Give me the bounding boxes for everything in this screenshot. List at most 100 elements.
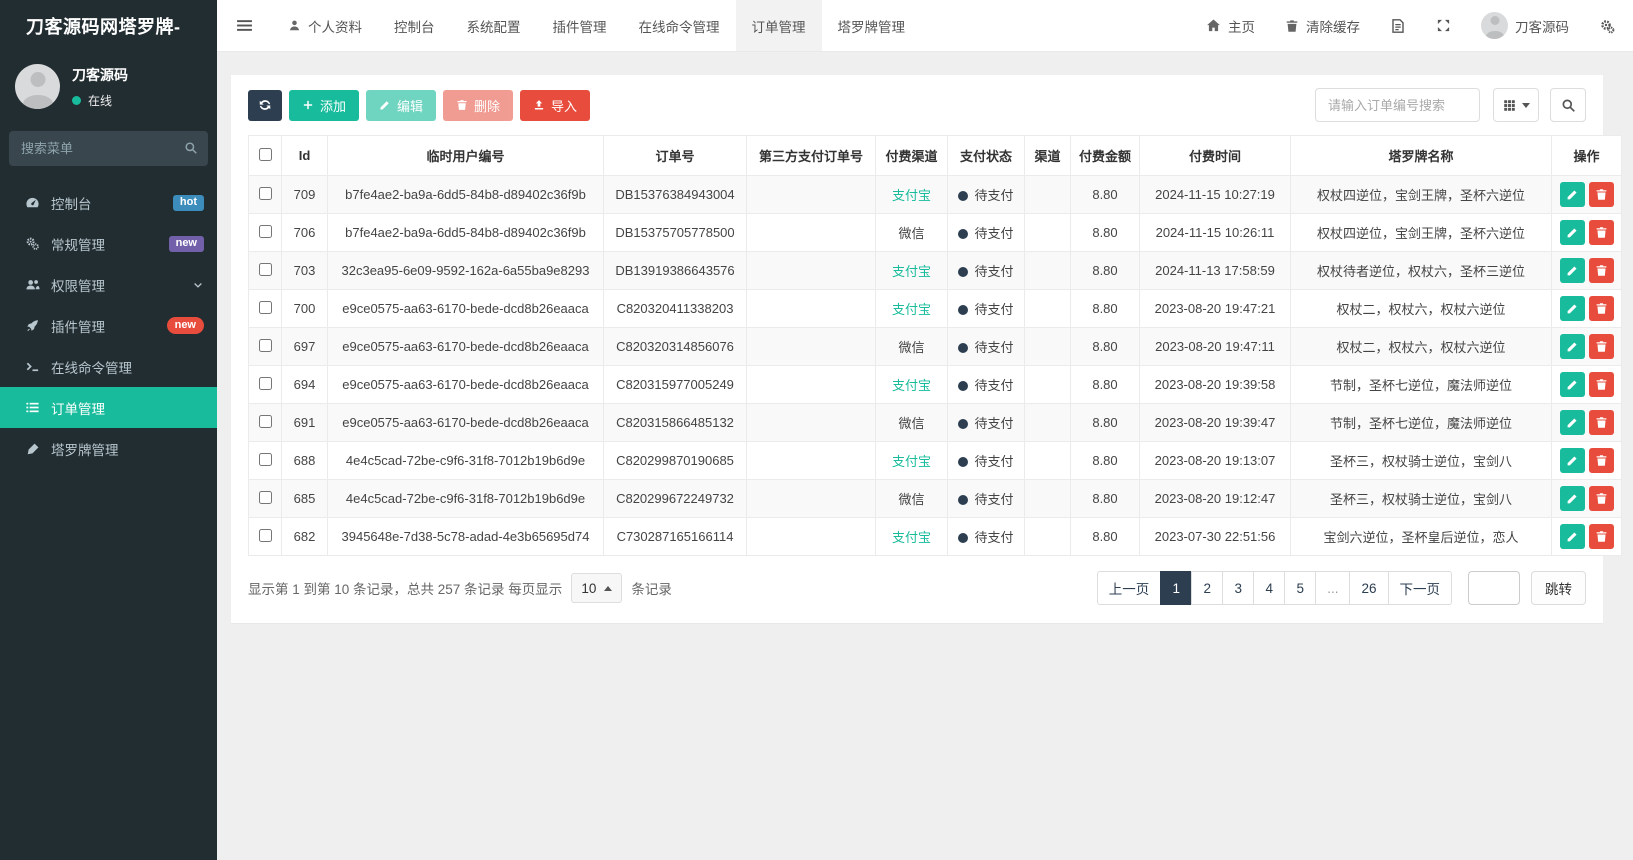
row-delete-button[interactable]	[1589, 334, 1614, 359]
row-checkbox[interactable]	[258, 224, 272, 238]
row-edit-button[interactable]	[1560, 448, 1585, 473]
row-edit-button[interactable]	[1560, 334, 1585, 359]
row-checkbox[interactable]	[258, 414, 272, 428]
sidebar-item-2[interactable]: 权限管理	[0, 264, 217, 305]
row-checkbox[interactable]	[258, 186, 272, 200]
page-1-link[interactable]: 1	[1160, 571, 1193, 605]
row-edit-button[interactable]	[1560, 258, 1585, 283]
nav-tab-2[interactable]: 系统配置	[451, 0, 537, 51]
table-row: 703 32c3ea95-6e09-9592-162a-6a55ba9e8293 D…	[248, 251, 1622, 290]
row-checkbox[interactable]	[258, 338, 272, 352]
online-dot-icon	[72, 95, 81, 105]
prev-page-link[interactable]: 上一页	[1096, 571, 1162, 605]
sidebar-item-5[interactable]: 订单管理	[0, 387, 217, 428]
jump-button[interactable]: 跳转	[1531, 571, 1586, 605]
table-row: 706 b7fe4ae2-ba9a-6dd5-84b8-d89402c36f9b D…	[248, 213, 1622, 252]
sidebar-item-4[interactable]: 在线命令管理	[0, 346, 217, 387]
row-checkbox[interactable]	[258, 376, 272, 390]
toolbar: 添加 编辑 删除 导入	[248, 88, 1586, 122]
sidebar-item-6[interactable]: 塔罗牌管理	[0, 428, 217, 469]
select-all-checkbox[interactable]	[258, 147, 272, 161]
refresh-button[interactable]	[248, 89, 282, 121]
page-3-link[interactable]: 3	[1222, 571, 1255, 605]
fullscreen-icon[interactable]	[1436, 18, 1451, 33]
row-delete-button[interactable]	[1589, 220, 1614, 245]
row-edit-button[interactable]	[1560, 486, 1585, 511]
clear-cache-button[interactable]: 清除缓存	[1285, 16, 1360, 36]
cell-order-no: DB15376384943004	[603, 175, 747, 214]
add-button[interactable]: 添加	[289, 89, 360, 121]
status-badge: 待支付	[958, 492, 1014, 507]
row-edit-button[interactable]	[1560, 524, 1585, 549]
cell-actions	[1551, 327, 1622, 366]
row-edit-button[interactable]	[1560, 372, 1585, 397]
sidebar-item-0[interactable]: 控制台 hot	[0, 182, 217, 223]
trash-icon	[1595, 530, 1608, 543]
columns-toggle-button[interactable]	[1493, 88, 1539, 122]
row-checkbox[interactable]	[258, 452, 272, 466]
order-search-input[interactable]	[1315, 88, 1480, 122]
cell-actions	[1551, 479, 1622, 518]
nav-tab-0[interactable]: 个人资料	[272, 0, 378, 51]
nav-tab-6[interactable]: 塔罗牌管理	[822, 0, 922, 51]
nav-tab-1[interactable]: 控制台	[378, 0, 451, 51]
cell-pay-channel: 支付宝	[875, 441, 948, 480]
nav-tab-3[interactable]: 插件管理	[537, 0, 623, 51]
page-5-link[interactable]: 5	[1284, 571, 1317, 605]
row-delete-button[interactable]	[1589, 258, 1614, 283]
row-edit-button[interactable]	[1560, 296, 1585, 321]
row-edit-button[interactable]	[1560, 182, 1585, 207]
plus-icon	[302, 99, 314, 111]
edit-button[interactable]: 编辑	[366, 89, 437, 121]
sidebar-item-1[interactable]: 常规管理 new	[0, 223, 217, 264]
import-button[interactable]: 导入	[520, 89, 591, 121]
cell-actions	[1551, 175, 1622, 214]
row-edit-button[interactable]	[1560, 220, 1585, 245]
page-list: 上一页 1 2 3 4 5... 26 下一页	[1096, 571, 1452, 605]
page-size-select[interactable]: 10	[571, 573, 623, 603]
row-checkbox[interactable]	[258, 262, 272, 276]
menu-search-input[interactable]	[9, 131, 208, 166]
delete-label: 删除	[474, 98, 501, 114]
row-checkbox[interactable]	[258, 490, 272, 504]
next-page-link[interactable]: 下一页	[1387, 571, 1452, 605]
row-delete-button[interactable]	[1589, 486, 1614, 511]
row-delete-button[interactable]	[1589, 410, 1614, 435]
row-checkbox[interactable]	[258, 300, 272, 314]
settings-gear-icon[interactable]	[1599, 18, 1615, 34]
row-delete-button[interactable]	[1589, 448, 1614, 473]
row-delete-button[interactable]	[1589, 524, 1614, 549]
cell-channel	[1024, 175, 1071, 214]
cell-pay-time: 2023-08-20 19:12:47	[1139, 479, 1291, 518]
sidebar-item-3[interactable]: 插件管理 new	[0, 305, 217, 346]
cell-id: 691	[281, 403, 328, 442]
cell-actions	[1551, 289, 1622, 328]
jump-page-input[interactable]	[1468, 571, 1520, 605]
page-ellipsis-link: ...	[1315, 571, 1351, 605]
row-delete-button[interactable]	[1589, 182, 1614, 207]
delete-button[interactable]: 删除	[443, 89, 514, 121]
search-button[interactable]	[1550, 88, 1586, 122]
row-delete-button[interactable]	[1589, 372, 1614, 397]
hamburger-menu-icon[interactable]	[217, 0, 272, 51]
home-link[interactable]: 主页	[1206, 16, 1255, 36]
cell-pay-channel: 微信	[875, 327, 948, 366]
page-4-link[interactable]: 4	[1253, 571, 1286, 605]
page-2-link[interactable]: 2	[1191, 571, 1224, 605]
trash-icon	[1595, 378, 1608, 391]
row-checkbox[interactable]	[258, 528, 272, 542]
row-delete-button[interactable]	[1589, 296, 1614, 321]
column-header: Id	[281, 135, 328, 176]
status-badge: 待支付	[958, 416, 1014, 431]
cell-tarot-names: 圣杯三，权杖骑士逆位，宝剑八	[1290, 441, 1552, 480]
users-icon	[24, 277, 41, 292]
nav-tab-5[interactable]: 订单管理	[735, 0, 822, 51]
row-edit-button[interactable]	[1560, 410, 1585, 435]
language-icon[interactable]	[1390, 18, 1406, 34]
user-menu[interactable]: 刀客源码	[1481, 12, 1569, 39]
nav-tab-label: 订单管理	[751, 19, 806, 35]
cell-order-no: C820315977005249	[603, 365, 747, 404]
status-dot-icon	[958, 191, 969, 201]
nav-tab-4[interactable]: 在线命令管理	[623, 0, 736, 51]
page-26-link[interactable]: 26	[1349, 571, 1389, 605]
